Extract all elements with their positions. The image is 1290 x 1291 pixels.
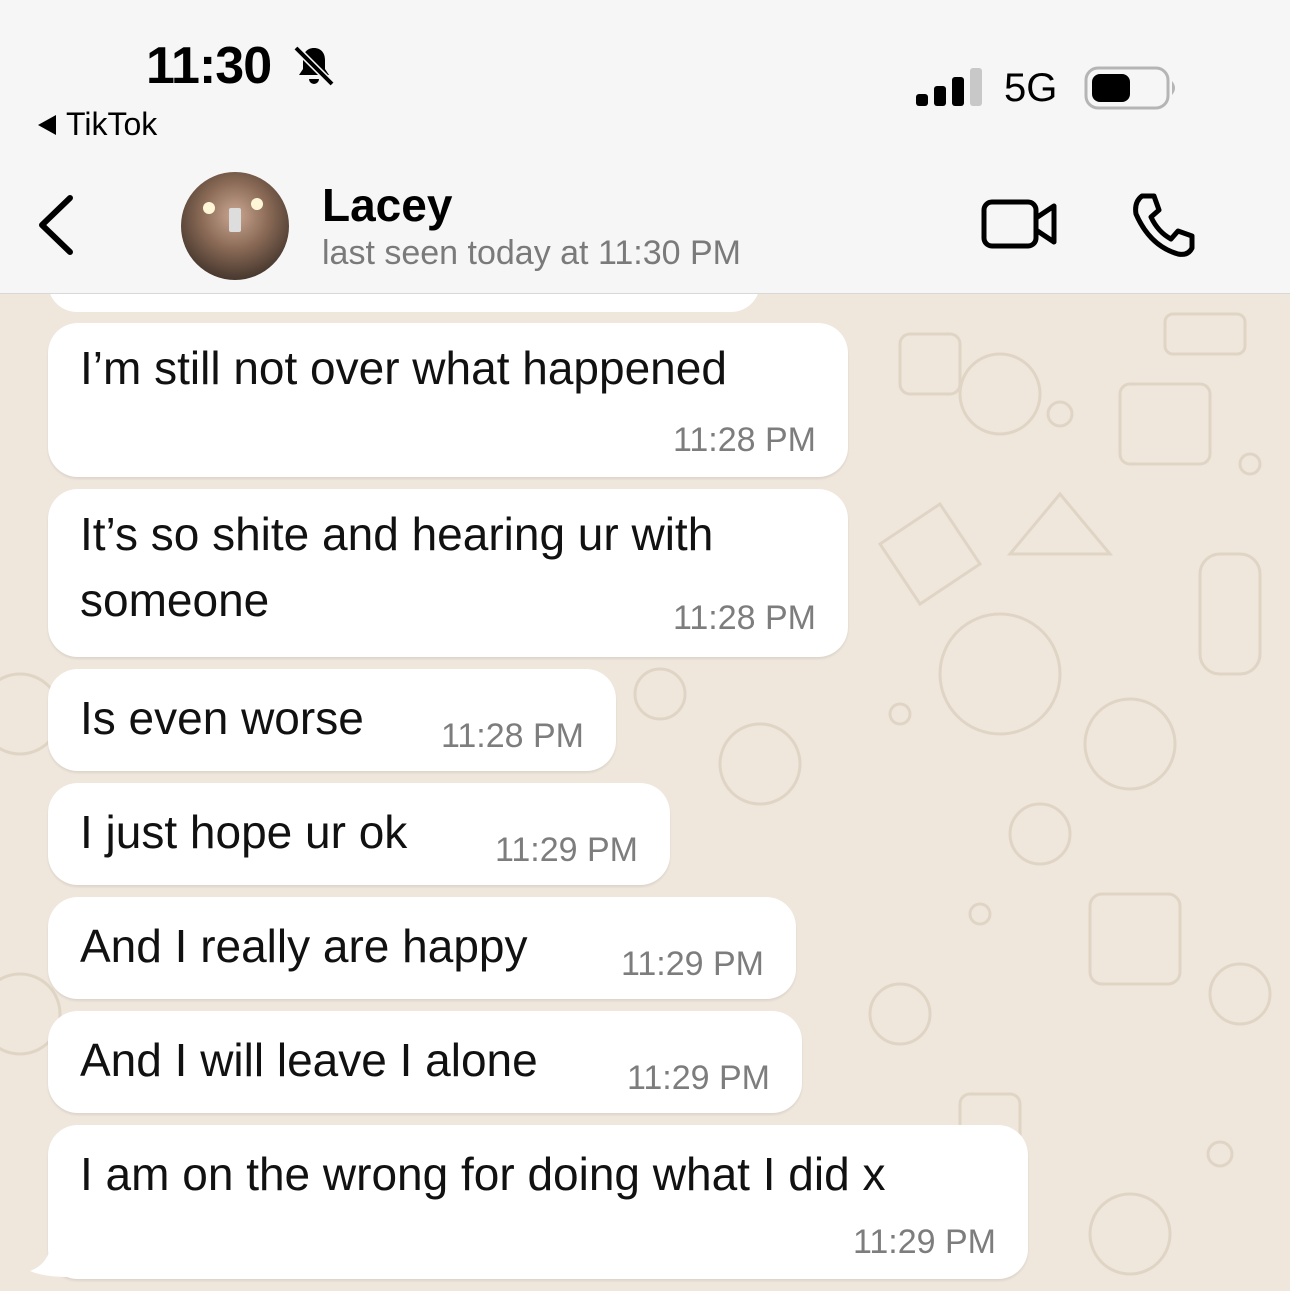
message-time: 11:28 PM: [672, 421, 816, 459]
bell-muted-icon: [293, 45, 335, 87]
status-bar: 11:30 TikTok 5G: [0, 0, 1290, 160]
avatar[interactable]: [181, 172, 289, 280]
message-time: 11:28 PM: [672, 599, 816, 637]
message-text: I am on the wrong for doing what I did x: [80, 1148, 886, 1200]
status-time: 11:30: [146, 37, 272, 95]
message-bubble[interactable]: And I will leave I alone 11:29 PM: [48, 1011, 802, 1113]
message-bubble[interactable]: I am on the wrong for doing what I did x…: [48, 1125, 1028, 1279]
message-bubble[interactable]: Is even worse 11:28 PM: [48, 669, 616, 771]
contact-name[interactable]: Lacey: [322, 178, 452, 232]
bubble-tail: [30, 1249, 68, 1277]
signal-icon: [916, 68, 982, 106]
back-chevron-icon[interactable]: [34, 190, 82, 260]
message-text: It’s so shite and hearing ur with: [80, 508, 714, 560]
message-bubble[interactable]: And I really are happy 11:29 PM: [48, 897, 796, 999]
network-type: 5G: [1004, 66, 1058, 110]
message-text: I just hope ur ok: [80, 806, 408, 858]
message-time: 11:29 PM: [626, 1059, 770, 1097]
last-seen-status: last seen today at 11:30 PM: [322, 234, 741, 272]
chat-header: Lacey last seen today at 11:30 PM: [0, 160, 1290, 294]
message-text: Is even worse: [80, 692, 364, 744]
message-bubble[interactable]: I just hope ur ok 11:29 PM: [48, 783, 670, 885]
battery-icon: [1084, 66, 1175, 110]
back-to-app-button[interactable]: TikTok: [38, 106, 157, 143]
voice-call-icon[interactable]: [1128, 190, 1198, 260]
message-bubble[interactable]: I’m still not over what happened 11:28 P…: [48, 323, 848, 477]
message-time: 11:29 PM: [620, 945, 764, 983]
chat-area[interactable]: I’m still not over what happened 11:28 P…: [0, 294, 1290, 1291]
video-call-icon[interactable]: [980, 196, 1060, 252]
message-text-line-2: someone: [80, 574, 270, 626]
message-text: And I will leave I alone: [80, 1034, 538, 1086]
message-time: 11:29 PM: [494, 831, 638, 869]
message-text: I’m still not over what happened: [80, 342, 727, 394]
message-time: 11:29 PM: [852, 1223, 996, 1261]
message-text: And I really are happy: [80, 920, 528, 972]
message-bubble[interactable]: It’s so shite and hearing ur with someon…: [48, 489, 848, 657]
message-time: 11:28 PM: [440, 717, 584, 755]
previous-message-bubble[interactable]: [48, 294, 760, 312]
back-triangle-icon: [38, 114, 56, 135]
back-app-label: TikTok: [66, 106, 158, 142]
